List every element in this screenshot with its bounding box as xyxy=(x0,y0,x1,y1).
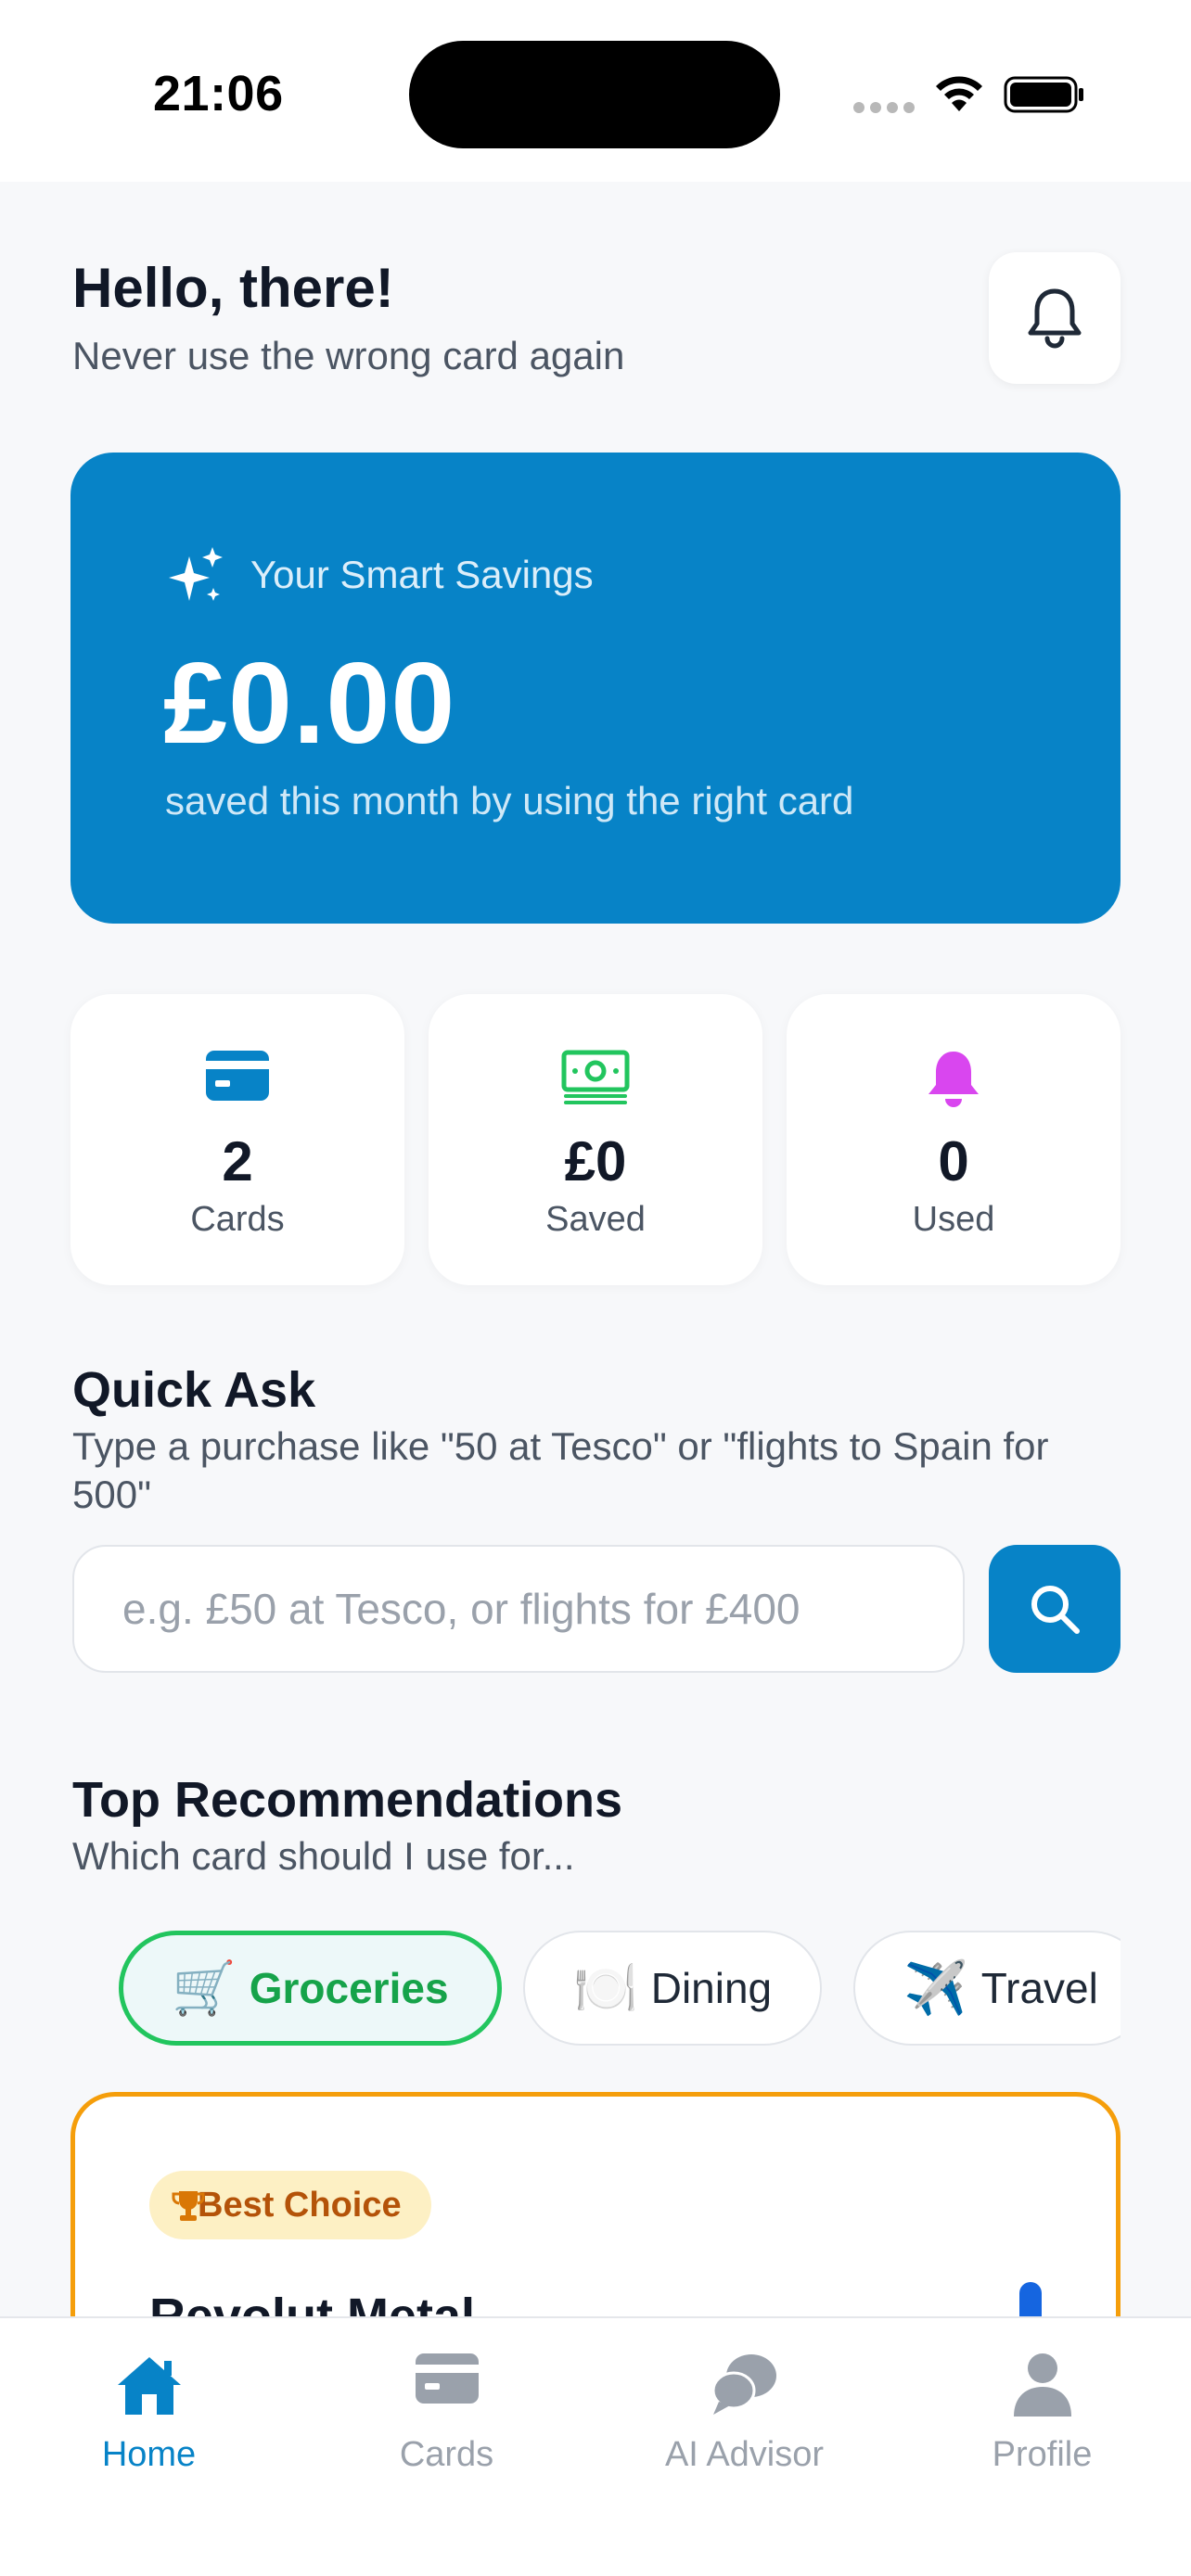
plate-cutlery-icon: 🍽️ xyxy=(573,1958,638,2017)
search-icon xyxy=(1031,1586,1080,1634)
dynamic-island xyxy=(409,41,780,148)
stat-value: £0 xyxy=(564,1130,627,1192)
shopping-cart-icon: 🛒 xyxy=(172,1958,237,2017)
stat-card-saved: £0 Saved xyxy=(429,994,762,1285)
bell-icon xyxy=(928,1052,979,1107)
tab-bar: Home Cards AI Advisor Profile xyxy=(0,2316,1191,2576)
recommendations-title: Top Recommendations xyxy=(72,1772,623,1828)
tab-home[interactable]: Home xyxy=(0,2318,298,2504)
chip-label: Travel xyxy=(980,1964,1098,2012)
stat-card-used: 0 Used xyxy=(787,994,1121,1285)
quick-ask-title: Quick Ask xyxy=(72,1362,316,1418)
sparkles-icon xyxy=(169,547,223,601)
savings-note: saved this month by using the right card xyxy=(165,779,854,823)
stat-label: Used xyxy=(912,1200,995,1239)
chip-groceries[interactable]: 🛒 Groceries xyxy=(119,1931,502,2046)
stat-label: Cards xyxy=(190,1200,285,1239)
stat-value: 2 xyxy=(222,1130,253,1192)
wifi-icon xyxy=(936,76,982,111)
person-icon xyxy=(1013,2353,1071,2417)
savings-label: Your Smart Savings xyxy=(250,553,594,596)
tab-label: Profile xyxy=(992,2435,1093,2474)
chat-bubbles-icon xyxy=(711,2354,776,2415)
savings-amount: £0.00 xyxy=(163,640,456,768)
airplane-icon: ✈️ xyxy=(903,1958,968,2017)
credit-card-icon xyxy=(206,1051,269,1101)
tab-label: Home xyxy=(101,2435,197,2474)
category-chips: 🛒 Groceries 🍽️ Dining ✈️ Travel xyxy=(0,1919,1121,2059)
recommendations-subtitle: Which card should I use for... xyxy=(72,1834,575,1878)
best-choice-label: Best Choice xyxy=(198,2185,402,2225)
status-bar: 21:06 xyxy=(0,0,1191,182)
chip-travel[interactable]: ✈️ Travel xyxy=(853,1931,1121,2046)
credit-card-icon xyxy=(415,2353,479,2404)
quick-ask-search-button[interactable] xyxy=(989,1545,1121,1673)
trophy-icon xyxy=(172,2191,205,2221)
bell-icon xyxy=(1028,288,1082,349)
greeting-title: Hello, there! xyxy=(72,257,394,319)
stat-label: Saved xyxy=(545,1200,646,1239)
quick-ask-subtitle: Type a purchase like "50 at Tesco" or "f… xyxy=(72,1424,1049,1516)
tab-label: Cards xyxy=(399,2435,494,2474)
greeting-subtitle: Never use the wrong card again xyxy=(72,334,625,377)
tab-label: AI Advisor xyxy=(664,2435,825,2474)
tab-profile[interactable]: Profile xyxy=(893,2318,1191,2504)
notifications-button[interactable] xyxy=(989,252,1121,384)
quick-ask-input[interactable] xyxy=(72,1545,965,1673)
tab-ai-advisor[interactable]: AI Advisor xyxy=(596,2318,893,2504)
chip-label: Dining xyxy=(650,1964,773,2012)
smart-savings-card: Your Smart Savings £0.00 saved this mont… xyxy=(70,453,1121,924)
home-icon xyxy=(117,2357,181,2415)
cash-icon xyxy=(561,1050,630,1104)
best-choice-badge: Best Choice xyxy=(149,2171,431,2239)
status-time: 21:06 xyxy=(153,66,284,121)
tab-cards[interactable]: Cards xyxy=(298,2318,596,2504)
chip-dining[interactable]: 🍽️ Dining xyxy=(523,1931,823,2046)
cellular-signal-icon xyxy=(853,102,915,113)
stat-value: 0 xyxy=(938,1130,969,1192)
stat-card-cards: 2 Cards xyxy=(70,994,404,1285)
chip-label: Groceries xyxy=(249,1964,449,2012)
battery-icon xyxy=(1004,76,1083,113)
